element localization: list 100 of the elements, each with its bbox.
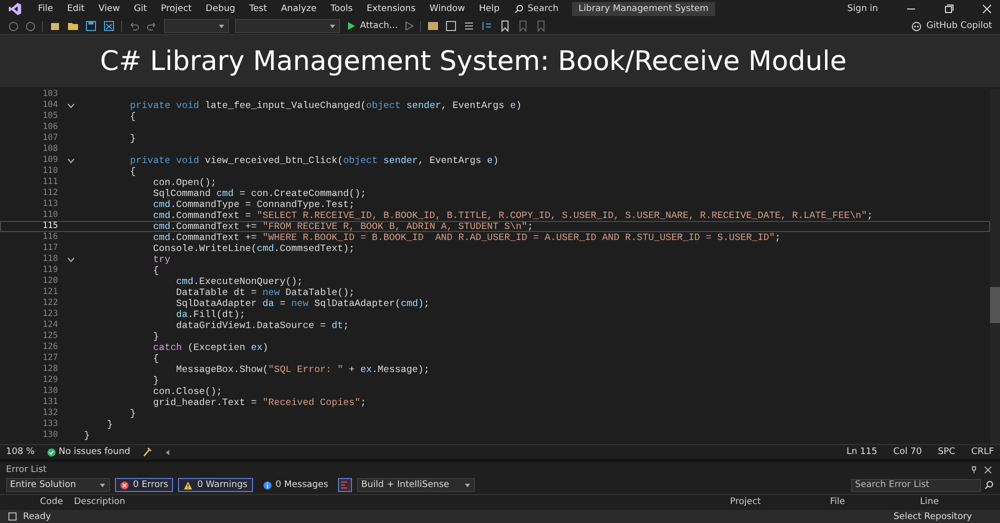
toolbar-icon[interactable] bbox=[444, 20, 457, 32]
code-line: cmd.CommandText += "FROM RECEIVE R, BOOK B, ADRIN A, STUDENT S\n"; bbox=[152, 221, 534, 232]
code-line: cmd.CommandText += "WHERE R.BOOK_ID = B.BOOK_ID AND R.AD_USER_ID = A.USER_ID AND R.STU_USER_ID = S.USER_ID"; bbox=[152, 232, 781, 243]
back-icon[interactable] bbox=[8, 20, 19, 32]
status-icon bbox=[8, 512, 17, 521]
line-indicator[interactable]: Ln 115 bbox=[846, 447, 878, 457]
errors-filter-button[interactable]: 0 Errors bbox=[115, 478, 174, 492]
code-line: dataGridView1.DataSource = dt; bbox=[175, 320, 349, 331]
close-icon[interactable] bbox=[982, 4, 992, 14]
line-number: 103 bbox=[42, 89, 58, 100]
menu-item[interactable]: Test bbox=[249, 4, 268, 14]
fold-chevron-icon[interactable] bbox=[67, 256, 75, 262]
copilot-icon bbox=[911, 20, 922, 32]
line-number: 120 bbox=[42, 276, 58, 287]
search-icon bbox=[514, 4, 524, 14]
code-line: grid_header.Text = "Received Copies"; bbox=[152, 397, 366, 408]
save-icon[interactable] bbox=[85, 20, 97, 32]
line-ending-indicator[interactable]: CRLF bbox=[971, 447, 994, 457]
menu-item[interactable]: Edit bbox=[67, 4, 84, 14]
play-outline-icon[interactable] bbox=[404, 21, 414, 31]
menu-item[interactable]: Git bbox=[134, 4, 147, 14]
column-header[interactable]: File bbox=[830, 497, 920, 507]
menu-item[interactable]: Help bbox=[479, 4, 500, 14]
line-number: 116 bbox=[42, 232, 58, 243]
menu-item[interactable]: Window bbox=[430, 4, 466, 14]
code-line: SqlDataAdapter da = new SqlDataAdapter(cmd); bbox=[175, 298, 430, 309]
menu-item[interactable]: Debug bbox=[206, 4, 236, 14]
code-line: SqlCommand cmd = con.CreateCommand(); bbox=[152, 188, 366, 199]
issues-indicator[interactable]: No issues found bbox=[46, 447, 130, 457]
column-header[interactable]: Description bbox=[74, 497, 730, 507]
toolbar-icon[interactable] bbox=[480, 20, 493, 32]
messages-filter-button[interactable]: 0 Messages bbox=[258, 478, 334, 492]
redo-icon[interactable] bbox=[146, 20, 158, 32]
code-line: cmd.CommandText = "SELECT R.RECEIVE_ID, B.BOOK_ID, B.TITLE, R.COPY_ID, S.USER_ID, S.USER_NARE, R.RECEIVE_DATE, R.LATE_FEE\n"; bbox=[152, 210, 873, 221]
status-text: Ready bbox=[23, 512, 51, 522]
fold-chevron-icon[interactable] bbox=[67, 158, 75, 164]
forward-icon[interactable] bbox=[25, 20, 36, 32]
column-header[interactable]: Code bbox=[40, 497, 74, 507]
brush-icon[interactable] bbox=[142, 447, 152, 457]
copilot-button[interactable]: GitHub Copilot bbox=[911, 20, 992, 32]
menu-item[interactable]: Project bbox=[160, 4, 192, 14]
line-number: 118 bbox=[42, 254, 58, 265]
line-number: 126 bbox=[42, 342, 58, 353]
caret-icon bbox=[218, 22, 225, 30]
code-line: private void view_received_btn_Click(object sender, EventArgs e) bbox=[129, 155, 499, 166]
code-line: MessageBox.Show("SQL Error: " + ex.Message); bbox=[175, 364, 430, 375]
line-number: 130 bbox=[42, 386, 58, 397]
bookmark-icon[interactable] bbox=[498, 20, 511, 32]
search-field[interactable]: Search Error List bbox=[851, 478, 981, 492]
toolbar-icon[interactable] bbox=[426, 20, 439, 32]
code-line: DataTable dt = new DataTable(); bbox=[175, 287, 355, 298]
undo-icon[interactable] bbox=[128, 20, 140, 32]
menu-item[interactable]: File bbox=[38, 4, 54, 14]
line-number: 121 bbox=[42, 287, 58, 298]
new-project-icon[interactable] bbox=[49, 20, 61, 32]
toolbar-icon[interactable] bbox=[462, 20, 475, 32]
menu-item[interactable]: Extensions bbox=[366, 4, 416, 14]
menu-item[interactable]: Analyze bbox=[281, 4, 316, 14]
scrollbar[interactable] bbox=[990, 89, 1000, 444]
menu-item[interactable]: View bbox=[98, 4, 120, 14]
code-line: } bbox=[129, 408, 136, 419]
run-button[interactable]: Attach... bbox=[346, 21, 398, 31]
panel-title: Error List bbox=[6, 465, 47, 475]
column-header[interactable]: Project bbox=[730, 497, 830, 507]
search-button[interactable]: Search bbox=[514, 4, 558, 14]
line-number: 107 bbox=[42, 133, 58, 144]
save-all-icon[interactable] bbox=[103, 20, 115, 32]
select-repository-button[interactable]: Select Repository bbox=[894, 512, 972, 522]
line-number: 105 bbox=[42, 111, 58, 122]
pin-icon[interactable] bbox=[970, 466, 978, 474]
zoom-dropdown[interactable]: 108 % bbox=[6, 447, 35, 457]
scrollbar-thumb[interactable] bbox=[990, 287, 1000, 323]
code-line: try bbox=[152, 254, 170, 265]
code-line: catch (Exceptien ex) bbox=[152, 342, 268, 353]
banner-title: C# Library Management System: Book/Receive Module bbox=[100, 46, 847, 76]
menu-item[interactable]: Tools bbox=[330, 4, 353, 14]
line-number: 108 bbox=[42, 144, 58, 155]
whitespace-indicator[interactable]: SPC bbox=[938, 447, 956, 457]
fold-chevron-icon[interactable] bbox=[67, 102, 75, 108]
line-number: 104 bbox=[42, 100, 58, 111]
code-line: cmd.CommandType = ConnandType.Test; bbox=[152, 199, 355, 210]
search-icon[interactable] bbox=[984, 480, 994, 490]
source-dropdown[interactable]: Build + IntelliSense bbox=[357, 478, 476, 492]
line-number: 115 bbox=[42, 221, 58, 232]
warnings-filter-button[interactable]: 0 Warnings bbox=[178, 478, 252, 492]
sign-in-button[interactable]: Sign in bbox=[847, 4, 878, 14]
warning-icon bbox=[183, 480, 194, 490]
line-number: 131 bbox=[42, 397, 58, 408]
line-number: 124 bbox=[42, 320, 58, 331]
folder-icon[interactable] bbox=[67, 20, 79, 32]
scope-dropdown[interactable]: Entire Solution bbox=[6, 478, 110, 492]
restore-icon[interactable] bbox=[944, 4, 954, 14]
column-indicator[interactable]: Col 70 bbox=[893, 447, 922, 457]
code-line: Console.WriteLine(cmd.CommsedText); bbox=[152, 243, 355, 254]
caret-icon bbox=[464, 482, 472, 488]
code-line: } bbox=[106, 419, 113, 430]
column-header[interactable]: Line bbox=[920, 497, 960, 507]
filter-icon[interactable] bbox=[338, 478, 352, 492]
arrow-left-icon[interactable] bbox=[164, 448, 172, 456]
close-icon[interactable] bbox=[984, 466, 992, 474]
